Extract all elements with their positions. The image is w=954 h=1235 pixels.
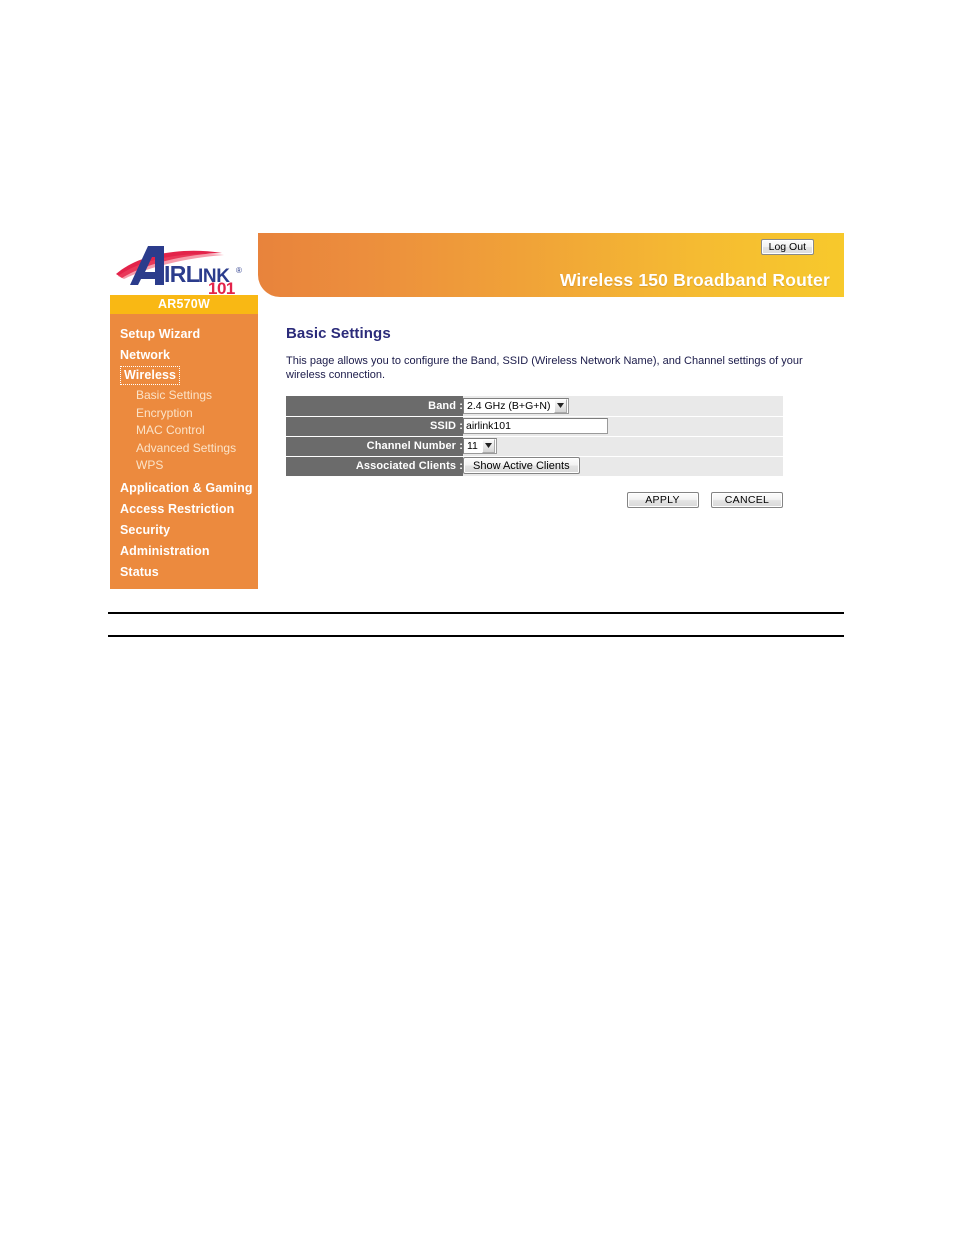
associated-clients-label: Associated Clients : bbox=[286, 456, 463, 477]
ssid-value-cell bbox=[463, 416, 783, 437]
sidebar-menu: Setup Wizard Network Wireless Basic Sett… bbox=[110, 314, 258, 583]
apply-button[interactable]: APPLY bbox=[626, 492, 699, 509]
sidebar-item-status[interactable]: Status bbox=[110, 562, 258, 583]
page-canvas: IRL INK ® 101 Log Out Wireless 150 Broad… bbox=[0, 0, 954, 1235]
band-value-cell: 2.4 GHz (B+G+N) bbox=[463, 396, 783, 417]
sidebar-item-wps[interactable]: WPS bbox=[110, 457, 258, 475]
sidebar-item-label[interactable]: Administration bbox=[110, 541, 258, 562]
ssid-input[interactable] bbox=[463, 417, 608, 434]
sidebar-item-security[interactable]: Security bbox=[110, 520, 258, 541]
sidebar-item-administration[interactable]: Administration bbox=[110, 541, 258, 562]
footer-divider-bottom bbox=[108, 635, 844, 637]
sidebar-item-application-gaming[interactable]: Application & Gaming bbox=[110, 478, 258, 499]
sidebar-item-mac-control[interactable]: MAC Control bbox=[110, 422, 258, 440]
page-description: This page allows you to configure the Ba… bbox=[286, 355, 803, 381]
band-select-value: 2.4 GHz (B+G+N) bbox=[467, 399, 551, 412]
channel-number-label: Channel Number : bbox=[286, 436, 463, 457]
header-band: Log Out Wireless 150 Broadband Router bbox=[258, 233, 844, 297]
form-actions: APPLY CANCEL bbox=[286, 492, 783, 510]
associated-clients-value-cell: Show Active Clients bbox=[463, 456, 783, 477]
sidebar-item-basic-settings[interactable]: Basic Settings bbox=[110, 387, 258, 405]
channel-number-select-value: 11 bbox=[467, 439, 478, 452]
footer-divider-top bbox=[108, 612, 844, 614]
model-label: AR570W bbox=[110, 295, 258, 314]
sidebar-item-access-restriction[interactable]: Access Restriction bbox=[110, 499, 258, 520]
sidebar-item-label[interactable]: Security bbox=[110, 520, 258, 541]
sidebar-item-network[interactable]: Network bbox=[110, 345, 258, 366]
svg-text:101: 101 bbox=[208, 279, 235, 295]
table-row-associated-clients: Associated Clients : Show Active Clients bbox=[286, 456, 783, 477]
sidebar-item-label[interactable]: Status bbox=[110, 562, 258, 583]
chevron-down-icon[interactable] bbox=[554, 398, 568, 413]
cancel-button[interactable]: CANCEL bbox=[711, 492, 783, 509]
sidebar-item-label[interactable]: Setup Wizard bbox=[110, 324, 258, 345]
page-title: Basic Settings bbox=[286, 325, 391, 342]
chevron-down-icon[interactable] bbox=[481, 438, 495, 453]
table-row-ssid: SSID : bbox=[286, 416, 783, 437]
channel-value-cell: 11 bbox=[463, 436, 783, 457]
show-active-clients-button[interactable]: Show Active Clients bbox=[463, 457, 580, 475]
ssid-label: SSID : bbox=[286, 416, 463, 437]
sidebar-item-advanced-settings[interactable]: Advanced Settings bbox=[110, 440, 258, 458]
airlink-101-logo: IRL INK ® 101 bbox=[112, 238, 254, 295]
sidebar-item-wireless[interactable]: Wireless bbox=[110, 366, 258, 387]
sidebar-item-label[interactable]: Wireless bbox=[120, 366, 181, 385]
sidebar-item-encryption[interactable]: Encryption bbox=[110, 405, 258, 423]
sidebar-item-label[interactable]: Network bbox=[110, 345, 258, 366]
main-content: Basic Settings This page allows you to c… bbox=[286, 325, 844, 510]
band-label: Band : bbox=[286, 396, 463, 417]
sidebar-item-label[interactable]: Application & Gaming bbox=[110, 478, 258, 499]
product-title: Wireless 150 Broadband Router bbox=[559, 270, 830, 290]
channel-number-select[interactable]: 11 bbox=[463, 437, 497, 454]
band-select[interactable]: 2.4 GHz (B+G+N) bbox=[463, 397, 570, 414]
logout-button[interactable]: Log Out bbox=[760, 239, 814, 255]
sidebar: AR570W Setup Wizard Network Wireless Bas… bbox=[110, 295, 258, 589]
svg-text:IRL: IRL bbox=[164, 261, 200, 287]
svg-text:®: ® bbox=[236, 266, 242, 275]
table-row-channel: Channel Number : 11 bbox=[286, 436, 783, 457]
router-admin-ui: IRL INK ® 101 Log Out Wireless 150 Broad… bbox=[108, 233, 844, 593]
table-row-band: Band : 2.4 GHz (B+G+N) bbox=[286, 396, 783, 417]
sidebar-item-label[interactable]: Access Restriction bbox=[110, 499, 258, 520]
sidebar-item-setup-wizard[interactable]: Setup Wizard bbox=[110, 324, 258, 345]
wireless-basic-settings-table: Band : 2.4 GHz (B+G+N) SSID : airlink101… bbox=[286, 396, 783, 477]
